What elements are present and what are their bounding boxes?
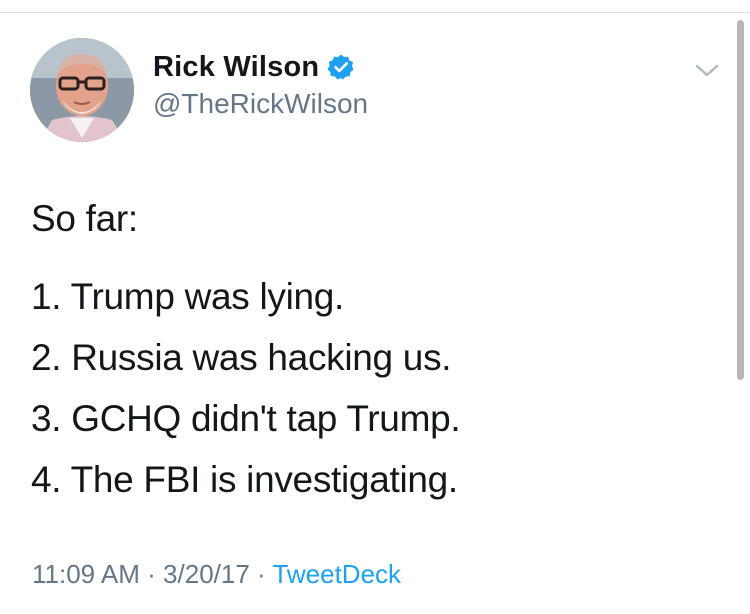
tweet-line-2: 2. Russia was hacking us. (31, 337, 452, 378)
tweet-meta: 11:09 AM · 3/20/17 · TweetDeck (32, 557, 401, 591)
tweet-line-4: 4. The FBI is investigating. (31, 459, 458, 500)
name-row: Rick Wilson (153, 50, 368, 84)
tweet-header: Rick Wilson @TheRickWilson (30, 37, 368, 143)
tweet-card: Rick Wilson @TheRickWilson So far: 1. Tr… (0, 0, 750, 614)
avatar[interactable] (30, 38, 134, 142)
display-name[interactable]: Rick Wilson (153, 50, 319, 84)
profile-photo-icon (30, 38, 134, 142)
meta-separator: · (139, 559, 164, 589)
tweet-intro: So far: (31, 198, 138, 239)
meta-separator: · (249, 559, 273, 589)
tweet-source-link[interactable]: TweetDeck (272, 559, 401, 589)
user-info: Rick Wilson @TheRickWilson (153, 38, 368, 142)
verified-badge-icon (327, 53, 355, 81)
tweet-time[interactable]: 11:09 AM (32, 559, 140, 589)
tweet-line-3: 3. GCHQ didn't tap Trump. (31, 398, 461, 439)
tweet-date[interactable]: 3/20/17 (163, 559, 250, 589)
user-handle[interactable]: @TheRickWilson (153, 86, 368, 122)
tweet-text: So far: 1. Trump was lying. 2. Russia wa… (31, 188, 721, 510)
chevron-down-icon[interactable] (694, 58, 720, 84)
tweet-screen: Rick Wilson @TheRickWilson So far: 1. Tr… (0, 0, 750, 614)
tweet-line-1: 1. Trump was lying. (31, 276, 345, 317)
